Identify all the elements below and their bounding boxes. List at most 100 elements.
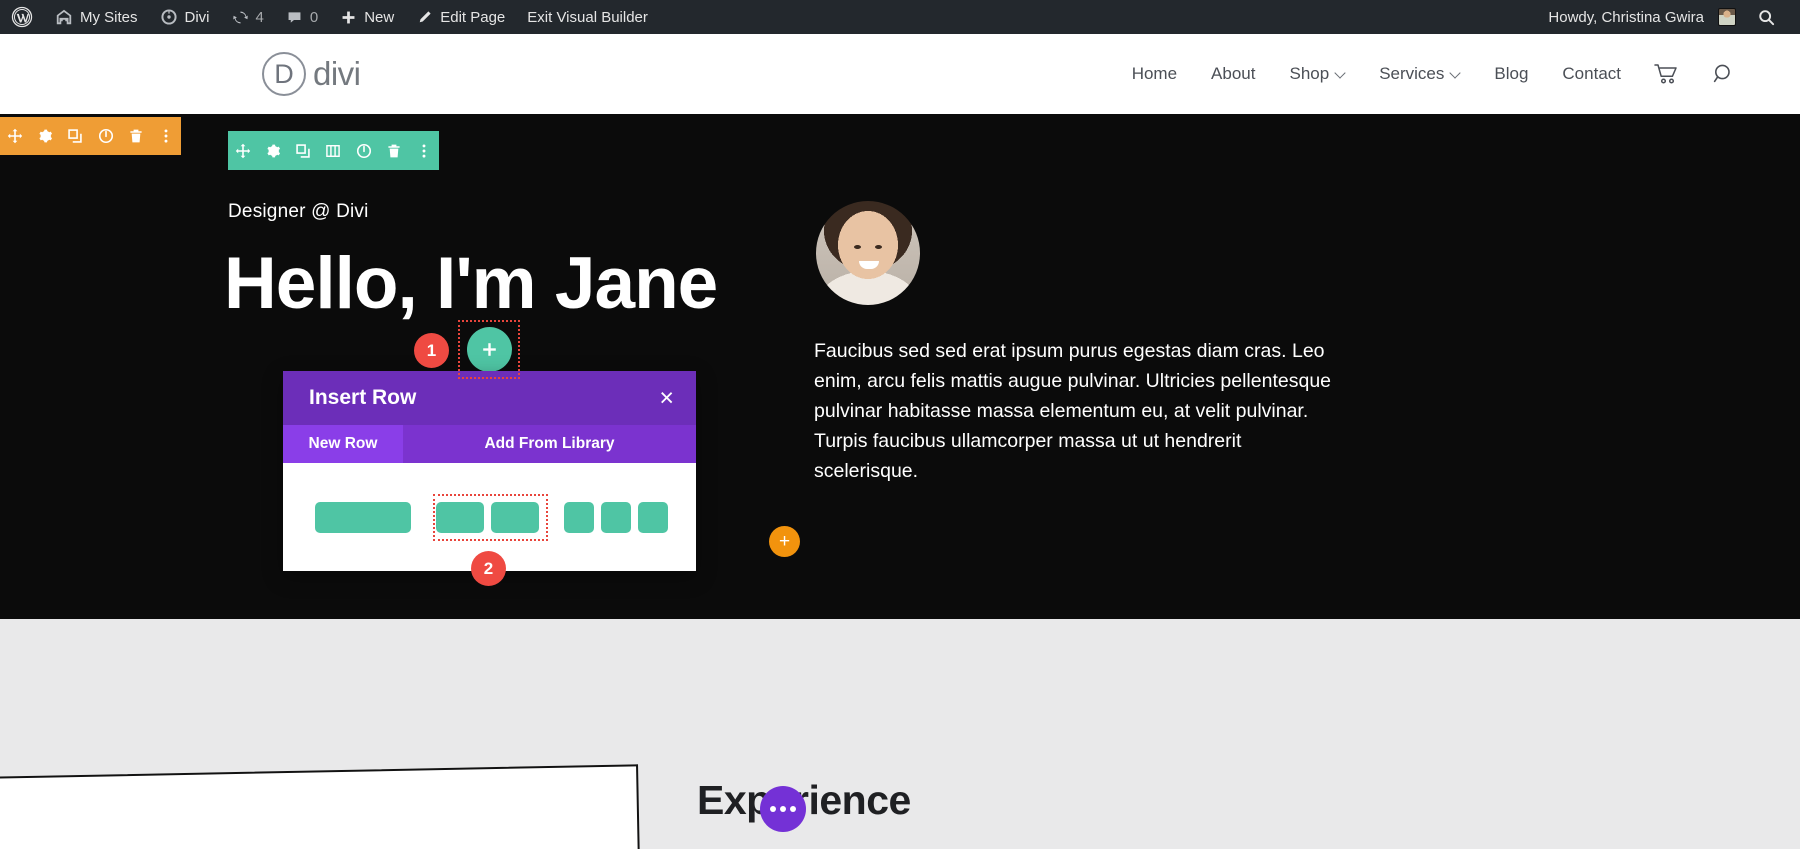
wordpress-admin-bar: My Sites Divi 4 0 New Edit Page Exit Vis… [0, 0, 1800, 34]
duplicate-icon[interactable] [60, 117, 90, 155]
loading-dot-2 [780, 806, 786, 812]
section-toolbar [0, 117, 181, 155]
adminbar-item-exit-visual-builder[interactable]: Exit Visual Builder [516, 0, 659, 34]
gear-icon[interactable] [30, 117, 60, 155]
nav-item-about[interactable]: About [1194, 64, 1272, 84]
annotation-badge-2: 2 [471, 551, 506, 586]
nav-item-contact[interactable]: Contact [1545, 64, 1638, 84]
wordpress-logo-icon [11, 6, 33, 28]
adminbar-item-new[interactable]: New [329, 0, 405, 34]
updates-icon [232, 9, 249, 26]
gear-icon[interactable] [258, 131, 288, 170]
chevron-down-icon [1451, 68, 1460, 77]
tab-label-new-row: New Row [308, 435, 378, 452]
adminbar-comments-count: 0 [309, 8, 319, 26]
adminbar-item-comments[interactable]: 0 [275, 0, 329, 34]
modal-tabs: New Row Add From Library [283, 425, 696, 463]
trash-icon[interactable] [121, 117, 151, 155]
tab-add-from-library[interactable]: Add From Library [403, 425, 696, 463]
layout-option-three-columns[interactable] [564, 501, 668, 533]
divi-icon [160, 8, 178, 26]
layout-option-one-column[interactable] [315, 501, 411, 533]
nav-label-about: About [1211, 64, 1256, 83]
more-options-icon[interactable] [151, 117, 181, 155]
move-icon[interactable] [0, 117, 30, 155]
divi-logo-icon: D [262, 52, 306, 96]
decorative-tilted-card [0, 764, 642, 849]
my-sites-icon [55, 8, 73, 26]
adminbar-item-edit-page[interactable]: Edit Page [405, 0, 516, 34]
columns-icon[interactable] [318, 131, 348, 170]
adminbar-label-divi: Divi [184, 8, 210, 26]
tab-label-add-from-library: Add From Library [484, 435, 615, 452]
adminbar-label-edit-page: Edit Page [440, 8, 506, 26]
power-icon[interactable] [91, 117, 121, 155]
tab-new-row[interactable]: New Row [283, 425, 403, 463]
column-block [564, 501, 594, 533]
avatar-mouth [859, 261, 879, 269]
nav-item-blog[interactable]: Blog [1477, 64, 1545, 84]
nav-label-shop: Shop [1289, 64, 1330, 83]
nav-label-blog: Blog [1494, 64, 1529, 83]
nav-item-shop[interactable]: Shop [1272, 64, 1362, 84]
profile-photo [816, 201, 920, 305]
adminbar-howdy-label: Howdy, Christina Gwira [1548, 8, 1704, 26]
site-logo-text: divi [313, 55, 361, 92]
add-section-button[interactable]: + [769, 526, 800, 557]
nav-item-home[interactable]: Home [1115, 64, 1194, 84]
cart-icon[interactable] [1638, 63, 1696, 85]
nav-label-home: Home [1131, 64, 1178, 83]
close-icon[interactable]: × [659, 385, 674, 411]
annotation-badge-1: 1 [414, 333, 449, 368]
row-toolbar [228, 131, 439, 170]
adminbar-label-exit-visual-builder: Exit Visual Builder [527, 8, 648, 26]
hero-section[interactable]: Designer @ Divi Hello, I'm Jane Faucibus… [0, 114, 1800, 619]
nav-label-services: Services [1379, 64, 1445, 83]
modal-header: Insert Row × [283, 371, 696, 425]
adminbar-item-updates[interactable]: 4 [221, 0, 275, 34]
chevron-down-icon [1336, 68, 1345, 77]
comments-icon [286, 9, 303, 26]
builder-canvas: Designer @ Divi Hello, I'm Jane Faucibus… [0, 114, 1800, 849]
column-block [638, 501, 668, 533]
loading-dots-icon [760, 786, 806, 832]
trash-icon[interactable] [379, 131, 409, 170]
admin-bar-left-group: My Sites Divi 4 0 New Edit Page Exit Vis… [0, 0, 659, 34]
adminbar-item-account[interactable]: Howdy, Christina Gwira [1537, 0, 1747, 34]
annotation-highlight-add-row [458, 320, 520, 379]
site-header: D divi Home About Shop Services Blog Con… [0, 34, 1800, 114]
avatar-eye-right [875, 245, 882, 249]
modal-title: Insert Row [309, 386, 417, 409]
adminbar-item-divi[interactable]: Divi [149, 0, 221, 34]
avatar-eye-left [854, 245, 861, 249]
primary-navigation: Home About Shop Services Blog Contact [1115, 62, 1800, 86]
more-options-icon[interactable] [409, 131, 439, 170]
move-icon[interactable] [228, 131, 258, 170]
plus-icon [340, 9, 357, 26]
adminbar-item-wordpress[interactable] [0, 0, 44, 34]
loading-dot-3 [790, 806, 796, 812]
search-icon [1757, 8, 1776, 27]
avatar [1718, 8, 1736, 26]
search-icon[interactable] [1696, 62, 1752, 86]
adminbar-label-my-sites: My Sites [80, 8, 138, 26]
power-icon[interactable] [349, 131, 379, 170]
adminbar-updates-count: 4 [255, 8, 264, 26]
loading-dot-1 [770, 806, 776, 812]
page-title: Hello, I'm Jane [224, 243, 718, 324]
site-logo[interactable]: D divi [262, 52, 361, 96]
annotation-highlight-two-columns [433, 494, 548, 541]
adminbar-label-new: New [364, 8, 395, 26]
column-block [601, 501, 631, 533]
pencil-icon [416, 9, 433, 26]
duplicate-icon[interactable] [288, 131, 318, 170]
admin-bar-right-group: Howdy, Christina Gwira [1537, 0, 1800, 34]
column-block [315, 501, 411, 533]
hero-paragraph: Faucibus sed sed erat ipsum purus egesta… [814, 340, 1332, 483]
nav-label-contact: Contact [1562, 64, 1621, 83]
add-section-plus-icon: + [778, 531, 791, 552]
adminbar-search-button[interactable] [1747, 0, 1786, 34]
insert-row-modal: Insert Row × New Row Add From Library [283, 371, 696, 571]
adminbar-item-my-sites[interactable]: My Sites [44, 0, 149, 34]
nav-item-services[interactable]: Services [1362, 64, 1477, 84]
